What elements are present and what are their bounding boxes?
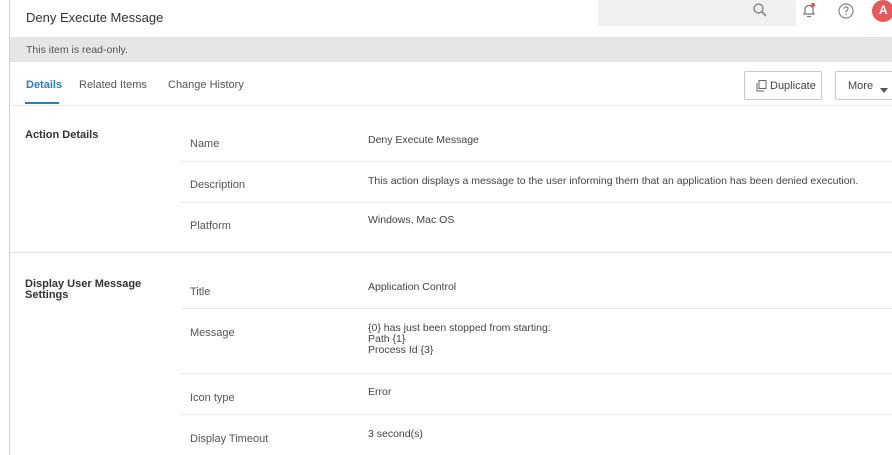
duplicate-button-label: Duplicate [770,80,816,92]
bell-icon[interactable] [801,2,817,23]
copy-icon [756,80,767,95]
row-divider [181,373,892,374]
more-button-label: More [848,80,874,92]
section-divider [10,252,892,253]
field-value-description: This action displays a message to the us… [368,175,859,187]
readonly-banner-text: This item is read-only. [26,44,128,56]
avatar[interactable]: A [872,0,892,22]
field-value-platform: Windows, Mac OS [368,214,455,226]
field-value-title: Application Control [368,281,457,293]
field-label-description: Description [190,179,246,191]
help-icon[interactable] [837,2,855,23]
active-tab-indicator [25,102,59,104]
field-value-icon-type: Error [368,386,392,398]
page-title: Deny Execute Message [26,10,164,25]
field-value-message: {0} has just been stopped from starting:… [368,323,551,356]
readonly-banner: This item is read-only. [10,37,892,62]
field-label-name: Name [190,138,220,150]
caret-down-icon [880,84,888,96]
section-title-display-settings: Display User Message Settings [25,278,142,301]
row-divider [181,308,892,309]
row-divider [181,414,892,415]
tab-bar: Details Related Items Change History Dup… [10,62,892,106]
field-label-message: Message [190,327,235,339]
tab-related-items[interactable]: Related Items [79,79,147,91]
field-label-platform: Platform [190,220,231,232]
row-divider [181,161,892,162]
tab-details[interactable]: Details [26,79,62,91]
field-label-display-timeout: Display Timeout [190,433,269,445]
field-value-name: Deny Execute Message [368,134,479,146]
more-button[interactable]: More [835,71,892,100]
search-icon[interactable] [752,2,768,21]
details-panel: Deny Execute Message A This item is read… [9,0,892,455]
field-label-title: Title [190,286,211,298]
message-line: Process Id {3} [368,344,434,356]
row-divider [181,202,892,203]
field-label-icon-type: Icon type [190,392,235,404]
duplicate-button[interactable]: Duplicate [744,71,822,100]
section-title-action-details: Action Details [25,129,99,141]
field-value-display-timeout: 3 second(s) [368,428,423,440]
title-bar: Deny Execute Message A [10,0,892,37]
tab-change-history[interactable]: Change History [168,79,244,91]
